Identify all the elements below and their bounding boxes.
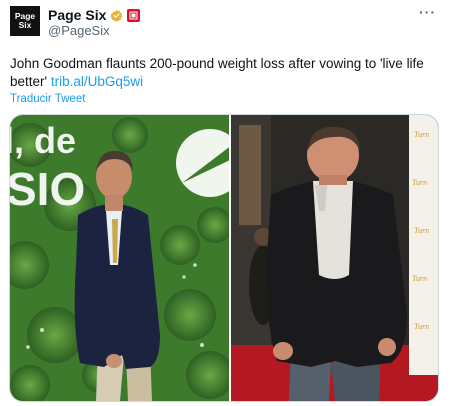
name-row: Page Six xyxy=(48,6,141,24)
translate-tweet-link[interactable]: Traducir Tweet xyxy=(10,93,85,105)
svg-text:Turn: Turn xyxy=(412,274,427,283)
avatar[interactable]: Page Six xyxy=(10,6,40,36)
svg-text:Turn: Turn xyxy=(414,322,429,331)
svg-text:Turn: Turn xyxy=(412,178,427,187)
tweet-text: John Goodman flaunts 200-pound weight lo… xyxy=(10,55,430,91)
verified-icon xyxy=(110,9,123,22)
svg-text:SIO: SIO xyxy=(10,163,85,215)
media-image-left[interactable]: l, de SIO xyxy=(10,115,229,401)
display-name[interactable]: Page Six xyxy=(48,7,106,23)
handle[interactable]: @PageSix xyxy=(48,23,110,38)
more-options-icon[interactable]: ··· xyxy=(419,4,436,20)
svg-text:l, de: l, de xyxy=(10,120,76,161)
svg-text:Turn: Turn xyxy=(414,130,429,139)
tweet-media[interactable]: l, de SIO Turn Turn Turn Turn Turn xyxy=(9,114,439,402)
affiliate-badge-icon xyxy=(127,8,141,22)
tweet-card[interactable]: Page Six Page Six @PageSix ··· John Good… xyxy=(0,0,450,406)
svg-text:Turn: Turn xyxy=(414,226,429,235)
media-image-right[interactable]: Turn Turn Turn Turn Turn xyxy=(231,115,438,401)
avatar-line2: Six xyxy=(18,20,32,30)
tweet-link[interactable]: trib.al/UbGq5wi xyxy=(51,74,143,89)
